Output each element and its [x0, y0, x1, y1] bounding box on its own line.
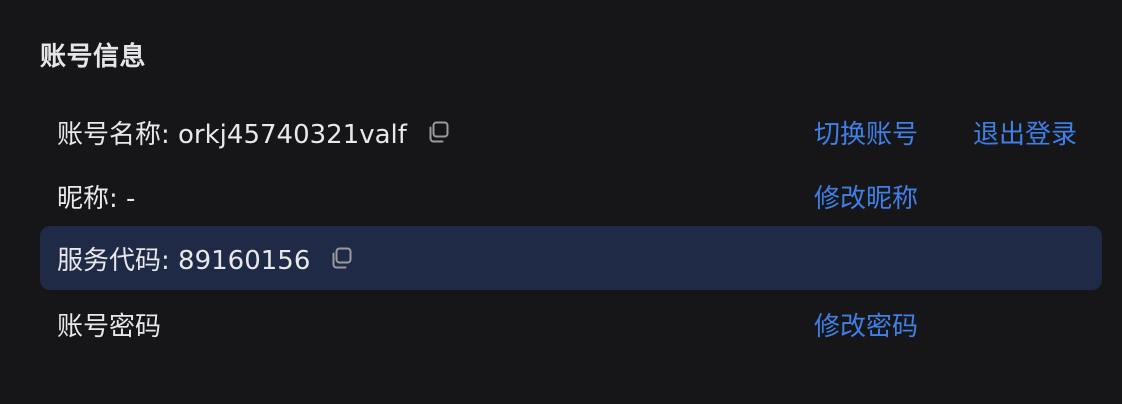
edit-nickname-link[interactable]: 修改昵称: [814, 178, 918, 215]
section-title: 账号信息: [40, 42, 147, 72]
account-name-row: 账号名称: orkj45740321valf 切换账号 退出登录: [40, 100, 1102, 164]
account-name-label: 账号名称: orkj45740321valf: [57, 119, 407, 150]
service-code-row: 服务代码: 89160156: [40, 226, 1102, 290]
password-row: 账号密码 修改密码: [40, 292, 1102, 356]
nickname-label: 昵称: -: [57, 183, 136, 214]
edit-password-link[interactable]: 修改密码: [814, 306, 918, 343]
logout-link[interactable]: 退出登录: [973, 114, 1077, 151]
nickname-row: 昵称: - 修改昵称: [40, 164, 1102, 228]
password-label: 账号密码: [57, 311, 162, 342]
service-code-label: 服务代码: 89160156: [57, 245, 311, 276]
copy-account-name-icon[interactable]: [425, 119, 451, 145]
copy-service-code-icon[interactable]: [328, 245, 354, 271]
switch-account-link[interactable]: 切换账号: [814, 114, 918, 151]
